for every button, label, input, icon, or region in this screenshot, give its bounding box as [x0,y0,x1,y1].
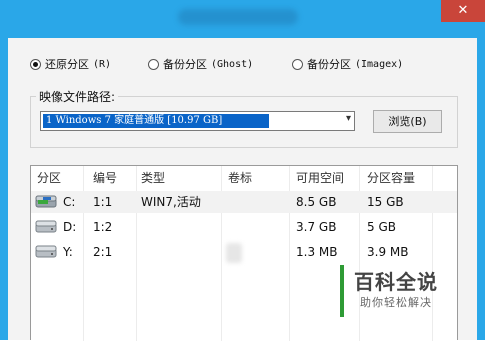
image-path-dropdown[interactable]: 1 Windows 7 家庭普通版 [10.97 GB] ▾ [40,111,355,131]
cell-drive: D: [63,220,77,234]
radio-backup-imagex[interactable]: 备份分区 (Imagex) [292,56,403,72]
image-path-selected-value: 1 Windows 7 家庭普通版 [10.97 GB] [43,114,269,128]
table-row[interactable]: Y: 2:1 1.3 MB 3.9 MB [31,241,457,263]
cell-drive: C: [63,195,76,209]
column-header-label[interactable]: 卷标 [228,167,252,189]
cell-drive: Y: [63,245,73,259]
radio-indicator[interactable] [148,58,159,70]
system-disk-icon [35,195,57,208]
browse-button[interactable]: 浏览(B) [373,110,442,133]
table-row[interactable]: C: 1:1 WIN7,活动 8.5 GB 15 GB [31,191,457,213]
radio-label: 还原分区 [45,58,89,71]
radio-label: 备份分区 [307,58,351,71]
disk-icon [35,245,57,258]
watermark-logo: 百科全说 助你轻松解决 [340,262,468,322]
radio-backup-ghost[interactable]: 备份分区 (Ghost) [148,56,253,72]
radio-hotkey: (Ghost) [211,58,254,70]
table-row[interactable]: D: 1:2 3.7 GB 5 GB [31,216,457,238]
window-title-blurred [178,9,298,25]
image-path-label: 映像文件路径: [36,88,119,105]
cell-free-space: 1.3 MB [296,245,338,259]
cell-free-space: 3.7 GB [296,220,337,234]
cell-capacity: 3.9 MB [367,245,409,259]
cell-number: 1:2 [93,220,113,234]
cell-free-space: 8.5 GB [296,195,337,209]
radio-indicator[interactable] [292,58,303,70]
radio-hotkey: (R) [93,58,112,70]
cell-capacity: 15 GB [367,195,404,209]
cell-type: WIN7,活动 [141,195,201,209]
watermark-subtitle: 助你轻松解决 [360,296,432,309]
window-frame-left [0,38,8,340]
radio-label: 备份分区 [163,58,207,71]
disk-icon [35,220,57,233]
radio-restore-partition[interactable]: 还原分区 (R) [30,56,111,72]
watermark-title: 百科全说 [354,270,438,294]
close-button[interactable]: ✕ [441,0,485,22]
column-header-free-space[interactable]: 可用空间 [296,167,344,189]
cell-capacity: 5 GB [367,220,396,234]
cell-number: 1:1 [93,195,113,209]
watermark-accent-bar [340,265,344,317]
column-header-number[interactable]: 编号 [93,167,117,189]
table-header-row: 分区 编号 类型 卷标 可用空间 分区容量 [31,167,457,189]
title-bar[interactable]: ✕ [0,0,485,38]
column-header-partition[interactable]: 分区 [37,167,61,189]
chevron-down-icon[interactable]: ▾ [346,113,351,124]
radio-hotkey: (Imagex) [355,58,404,70]
redacted-area [226,243,242,263]
window-frame-right [477,38,485,340]
cell-number: 2:1 [93,245,113,259]
column-header-type[interactable]: 类型 [141,167,165,189]
column-header-capacity[interactable]: 分区容量 [367,167,415,189]
radio-indicator[interactable] [30,58,41,70]
